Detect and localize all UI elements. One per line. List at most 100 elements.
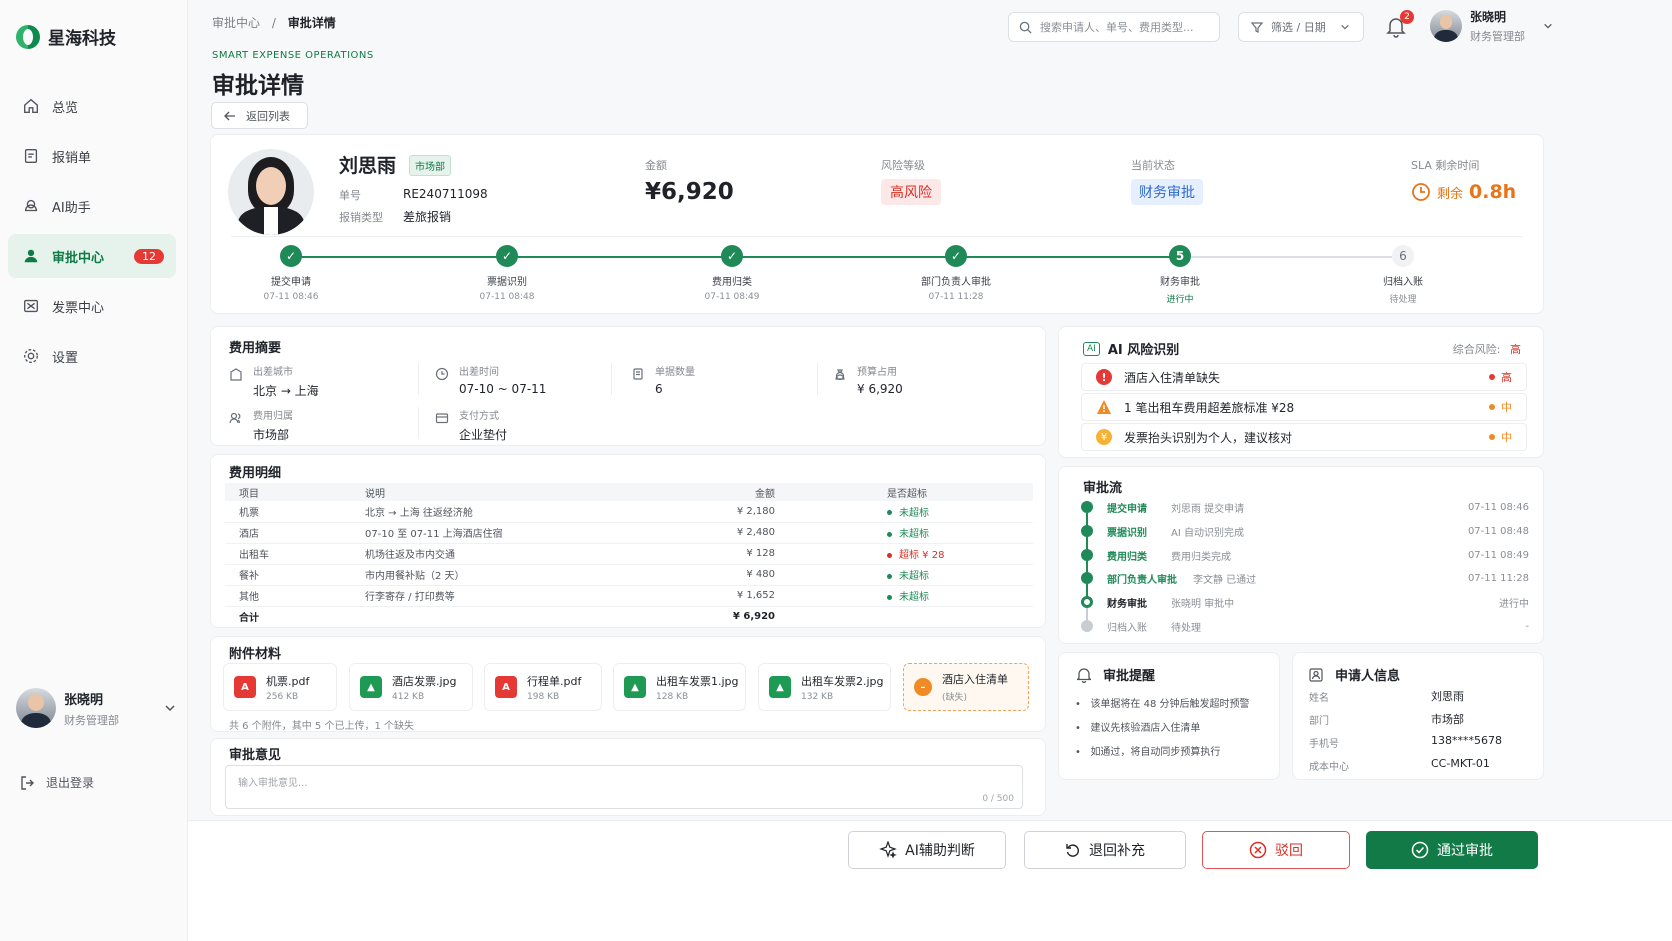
ai-risk-card: AI AI 风险识别 综合风险: 高 ! 酒店入住清单缺失 高 1 笔出租车费用… <box>1058 326 1544 458</box>
user-role: 财务管理部 <box>64 713 119 727</box>
progress-step: ✓ 部门负责人审批 07-11 11:28 <box>896 245 1016 302</box>
attachment-file[interactable]: A 行程单.pdf 198 KB <box>484 663 602 711</box>
reminder-card: 审批提醒 • 该单据将在 48 分钟后触发超时预警 • 建议先核验酒店入住清单 … <box>1058 652 1280 780</box>
search-input[interactable]: 搜索申请人、单号、费用类型... <box>1008 12 1220 42</box>
logout-button[interactable]: 退出登录 <box>20 774 94 791</box>
section-title: 审批意见 <box>229 748 282 763</box>
back-label: 返回列表 <box>246 109 290 123</box>
info-value: 刘思雨 <box>1431 690 1464 703</box>
sla-prefix: 剩余 <box>1437 186 1464 202</box>
sidebar-item-ai[interactable]: AI助手 <box>8 184 176 228</box>
breadcrumb: 审批中心 / 审批详情 <box>212 14 336 31</box>
filter-label: 筛选 / 日期 <box>1271 21 1326 34</box>
sidebar-item-approval[interactable]: 审批中心 12 <box>8 234 176 278</box>
approval-count-badge: 12 <box>134 248 164 264</box>
image-icon: ▲ <box>360 676 382 698</box>
ai-assist-button[interactable]: AI辅助判断 <box>848 831 1006 869</box>
attachment-file[interactable]: A 机票.pdf 256 KB <box>223 663 337 711</box>
opinion-placeholder: 输入审批意见... <box>238 778 308 789</box>
avatar <box>16 688 56 728</box>
info-key: 姓名 <box>1309 693 1329 704</box>
info-value: CC-MKT-01 <box>1431 757 1490 770</box>
return-button[interactable]: 退回补充 <box>1024 831 1186 869</box>
sidebar-nav: 总览 报销单 AI助手 审批中心 12 发票中心 设置 <box>8 84 176 384</box>
step-number: 6 <box>1392 245 1414 267</box>
table-row: 其他 行李寄存 / 打印费等 ¥ 1,652 未超标 <box>225 585 1033 607</box>
ai-risk-header: AI AI 风险识别 <box>1083 339 1179 358</box>
attachments-card: 附件材料 A 机票.pdf 256 KB ▲ 酒店发票.jpg 412 KB A 行… <box>210 636 1046 732</box>
check-circle-icon <box>1081 501 1093 513</box>
table-total-row: 合计 ¥ 6,920 <box>239 611 775 625</box>
sidebar-item-label: 报销单 <box>52 150 92 166</box>
gear-icon <box>24 349 38 363</box>
sidebar-item-expense[interactable]: 报销单 <box>8 134 176 178</box>
expense-type-label: 报销类型 <box>339 211 383 224</box>
pdf-icon: A <box>495 676 517 698</box>
warning-icon <box>1097 400 1111 414</box>
sidebar-item-overview[interactable]: 总览 <box>8 84 176 128</box>
attachment-file[interactable]: ▲ 出租车发票1.jpg 128 KB <box>613 663 746 711</box>
summary-budget: 预算占用 ¥ 6,920 <box>833 363 903 396</box>
header-user-menu[interactable]: 张晓明 财务管理部 <box>1430 8 1553 44</box>
back-button[interactable]: 返回列表 <box>211 102 308 129</box>
info-icon: ¥ <box>1096 429 1112 445</box>
breadcrumb-parent[interactable]: 审批中心 <box>212 16 260 30</box>
image-icon: ▲ <box>624 676 646 698</box>
check-circle-icon <box>1411 841 1429 859</box>
sidebar-item-settings[interactable]: 设置 <box>8 334 176 378</box>
user-icon <box>24 249 38 263</box>
section-title: 审批提醒 <box>1103 669 1156 684</box>
attachment-missing[interactable]: – 酒店入住清单 (缺失) <box>903 663 1029 711</box>
attachment-file[interactable]: ▲ 出租车发票2.jpg 132 KB <box>758 663 891 711</box>
order-no: RE240711098 <box>403 187 488 201</box>
flow-step: 提交申请 刘思雨 提交申请 07-11 08:46 <box>1081 499 1529 515</box>
id-card-icon <box>1309 667 1323 682</box>
applicant-info-card: 申请人信息 姓名 刘思雨 部门 市场部 手机号 138****5678 成本中心… <box>1292 652 1544 780</box>
chevron-down-icon <box>1544 23 1552 29</box>
dept-tag: 市场部 <box>409 155 451 176</box>
risk-badge: 高风险 <box>881 179 941 205</box>
current-step-icon <box>1081 596 1093 608</box>
button-label: 退回补充 <box>1089 843 1145 859</box>
robot-icon <box>24 199 38 212</box>
approve-button[interactable]: 通过审批 <box>1366 831 1538 869</box>
risk-item[interactable]: ¥ 发票抬头识别为个人，建议核对 中 <box>1081 423 1527 451</box>
bell-icon <box>1077 667 1091 683</box>
logout-icon <box>21 775 34 790</box>
info-value: 市场部 <box>1431 713 1464 726</box>
table-row: 餐补 市内用餐补贴（2 天） ¥ 480 未超标 <box>225 564 1033 586</box>
status-label: 当前状态 <box>1131 159 1175 172</box>
breadcrumb-current: 审批详情 <box>287 16 336 30</box>
notification-badge: 2 <box>1400 10 1414 24</box>
summary-owner: 费用归属 市场部 <box>229 407 293 443</box>
filter-dropdown[interactable]: 筛选 / 日期 <box>1238 12 1364 42</box>
alert-icon: ! <box>1096 369 1112 385</box>
expense-table: 项目 说明 金额 是否超标 机票 北京 → 上海 往返经济舱 ¥ 2,180 未… <box>225 483 1033 627</box>
risk-item[interactable]: 1 笔出租车费用超差旅标准 ¥28 中 <box>1081 393 1527 421</box>
sidebar-item-invoice[interactable]: 发票中心 <box>8 284 176 328</box>
request-overview-card: 刘思雨 市场部 单号 RE240711098 报销类型 差旅报销 金额 ¥6,9… <box>210 134 1544 314</box>
brand-logo[interactable]: 星海科技 <box>16 24 116 49</box>
opinion-textarea[interactable]: 输入审批意见... 0 / 500 <box>225 765 1023 809</box>
attachment-file[interactable]: ▲ 酒店发票.jpg 412 KB <box>349 663 473 711</box>
sidebar-item-label: 设置 <box>52 350 79 366</box>
pending-step-icon <box>1081 620 1093 632</box>
building-icon <box>230 368 242 381</box>
check-icon: ✓ <box>721 245 743 267</box>
opinion-card: 审批意见 输入审批意见... 0 / 500 <box>210 738 1046 816</box>
check-icon: ✓ <box>945 245 967 267</box>
expense-summary-card: 费用摘要 出差城市 北京 → 上海 出差时间 07-10 ~ 07-11 单据数量 6… <box>210 326 1046 446</box>
clock-icon <box>435 367 449 381</box>
wallet-icon <box>435 413 449 424</box>
progress-step-pending: 6 归档入账 待处理 <box>1343 245 1463 305</box>
amount-value: ¥6,920 <box>645 179 734 205</box>
flow-step: 票据识别 AI 自动识别完成 07-11 08:48 <box>1081 523 1529 539</box>
chevron-down-icon[interactable] <box>164 702 176 714</box>
brand-name: 星海科技 <box>48 29 116 49</box>
sidebar-user[interactable]: 张晓明 财务管理部 <box>16 688 176 728</box>
close-circle-icon <box>1249 841 1267 859</box>
section-title: 审批流 <box>1083 481 1123 496</box>
users-icon <box>229 412 241 424</box>
risk-item[interactable]: ! 酒店入住清单缺失 高 <box>1081 363 1527 391</box>
reject-button[interactable]: 驳回 <box>1202 831 1350 869</box>
